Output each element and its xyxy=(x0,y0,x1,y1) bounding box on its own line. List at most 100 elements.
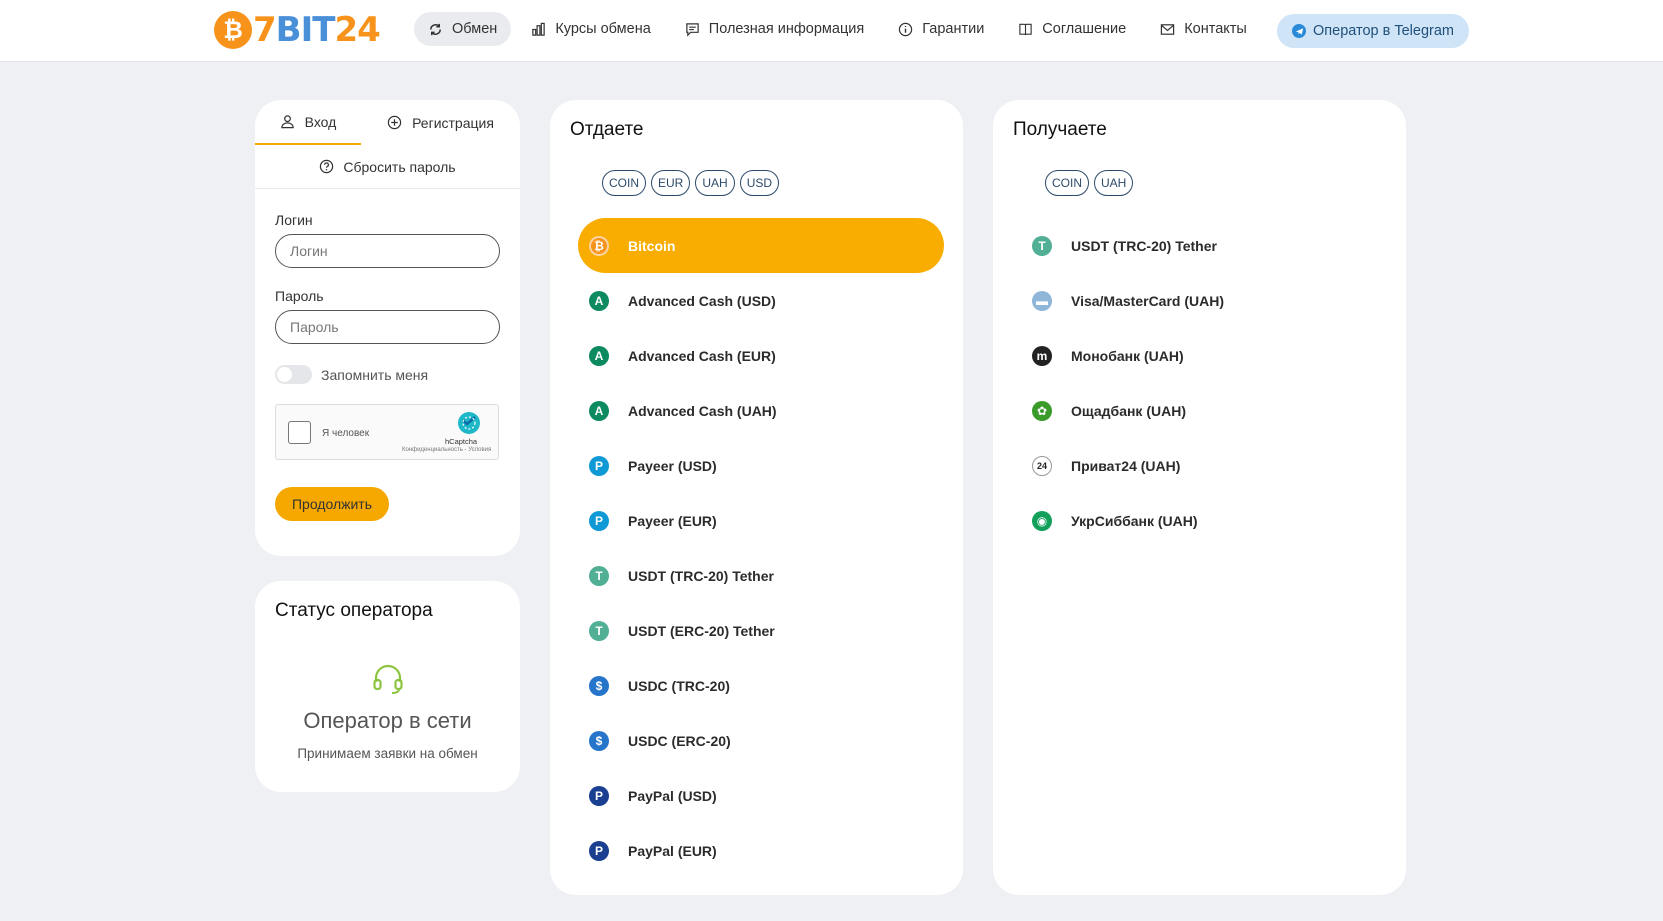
currency-label: Ощадбанк (UAH) xyxy=(1071,402,1186,419)
currency-label: УкрСиббанк (UAH) xyxy=(1071,512,1198,529)
currency-item[interactable]: ✿ Ощадбанк (UAH) xyxy=(1021,383,1387,438)
login-label: Логин xyxy=(275,212,313,228)
password-input[interactable] xyxy=(275,310,500,344)
captcha-checkbox[interactable] xyxy=(288,421,311,444)
currency-label: PayPal (USD) xyxy=(628,787,717,804)
currency-label: Bitcoin xyxy=(628,237,676,254)
currency-label: USDT (TRC-20) Tether xyxy=(628,567,774,584)
hcaptcha-widget: Я человек hCaptcha Конфиденциальность - … xyxy=(275,404,499,460)
currency-item[interactable]: $ USDC (ERC-20) xyxy=(578,713,944,768)
currency-label: Advanced Cash (UAH) xyxy=(628,402,777,419)
envelope-icon xyxy=(1160,22,1175,37)
bitcoin-logo-icon: ₿ xyxy=(214,11,252,49)
tab-register[interactable]: Регистрация xyxy=(361,100,520,145)
filter-chip[interactable]: UAH xyxy=(695,170,735,196)
password-label: Пароль xyxy=(275,288,324,304)
currency-label: PayPal (EUR) xyxy=(628,842,717,859)
currency-item[interactable]: T USDT (TRC-20) Tether xyxy=(578,548,944,603)
captcha-links[interactable]: Конфиденциальность - Условия xyxy=(402,447,491,453)
logo-text: 7BIT24 xyxy=(253,10,381,50)
card-icon: ▬ xyxy=(1032,290,1052,311)
currency-label: Visa/MasterCard (UAH) xyxy=(1071,292,1225,309)
paypal-icon: P xyxy=(589,785,609,806)
privat24-icon: 24 xyxy=(1032,455,1052,476)
currency-label: Приват24 (UAH) xyxy=(1071,457,1181,474)
currency-item[interactable]: P PayPal (USD) xyxy=(578,768,944,823)
operator-status-card: Статус оператора Оператор в сети Принима… xyxy=(255,581,520,792)
message-icon xyxy=(685,22,700,37)
currency-item[interactable]: P Payeer (USD) xyxy=(578,438,944,493)
nav-exchange[interactable]: Обмен xyxy=(414,12,512,46)
book-icon xyxy=(1018,22,1033,37)
currency-item[interactable]: P PayPal (EUR) xyxy=(578,823,944,878)
currency-item[interactable]: $ USDC (TRC-20) xyxy=(578,658,944,713)
question-circle-icon xyxy=(319,159,334,174)
paypal-icon: P xyxy=(589,840,609,861)
get-title: Получаете xyxy=(1013,119,1107,140)
usdc-icon: $ xyxy=(589,675,609,696)
nav-contacts[interactable]: Контакты xyxy=(1146,12,1261,46)
currency-label: USDC (TRC-20) xyxy=(628,677,730,694)
bitcoin-icon: ₿ xyxy=(589,235,609,256)
advcash-icon: A xyxy=(589,290,609,311)
currency-item[interactable]: P Payeer (EUR) xyxy=(578,493,944,548)
nav-info[interactable]: Полезная информация xyxy=(671,12,878,46)
payeer-icon: P xyxy=(589,455,609,476)
status-title: Статус оператора xyxy=(275,600,433,621)
currency-item[interactable]: A Advanced Cash (UAH) xyxy=(578,383,944,438)
currency-item[interactable]: T USDT (TRC-20) Tether xyxy=(1021,218,1387,273)
main-nav: Обмен Курсы обмена Полезная информация Г… xyxy=(414,12,1267,46)
nav-rates[interactable]: Курсы обмена xyxy=(517,12,664,46)
auth-tabs: Вход Регистрация xyxy=(255,100,520,145)
currency-item[interactable]: m Монобанк (UAH) xyxy=(1021,328,1387,383)
advcash-icon: A xyxy=(589,345,609,366)
currency-item[interactable]: ◉ УкрСиббанк (UAH) xyxy=(1021,493,1387,548)
remember-me-toggle[interactable] xyxy=(275,365,312,384)
give-currency-list: ₿ Bitcoin A Advanced Cash (USD) A Advanced Ca… xyxy=(578,218,944,878)
currency-item[interactable]: A Advanced Cash (EUR) xyxy=(578,328,944,383)
continue-button[interactable]: Продолжить xyxy=(275,487,389,521)
filter-chip[interactable]: USD xyxy=(739,170,780,196)
payeer-icon: P xyxy=(589,510,609,531)
filter-chip[interactable]: EUR xyxy=(651,170,691,196)
currency-item[interactable]: ▬ Visa/MasterCard (UAH) xyxy=(1021,273,1387,328)
tether-icon: T xyxy=(589,620,609,641)
ukrsibbank-icon: ◉ xyxy=(1032,510,1052,531)
refresh-icon xyxy=(428,22,443,37)
currency-label: Payeer (EUR) xyxy=(628,512,717,529)
get-currency-list: T USDT (TRC-20) Tether ▬ Visa/MasterCard (U… xyxy=(1021,218,1387,548)
oschadbank-icon: ✿ xyxy=(1032,400,1052,421)
currency-item[interactable]: A Advanced Cash (USD) xyxy=(578,273,944,328)
filter-chip[interactable]: UAH xyxy=(1094,170,1134,196)
get-filter-chips: COIN UAH xyxy=(1045,170,1138,196)
tab-login[interactable]: Вход xyxy=(255,100,361,145)
currency-item[interactable]: ₿ Bitcoin xyxy=(578,218,944,273)
info-circle-icon xyxy=(898,22,913,37)
telegram-operator-button[interactable]: Оператор в Telegram xyxy=(1277,14,1470,48)
plus-circle-icon xyxy=(387,115,402,130)
status-main-text: Оператор в сети xyxy=(303,708,472,733)
captcha-label: Я человек xyxy=(322,428,370,439)
give-currency-card: Отдаете COIN EUR UAH USD ₿ Bitcoin A Advanced … xyxy=(550,100,963,895)
nav-agreement[interactable]: Соглашение xyxy=(1004,12,1140,46)
site-logo[interactable]: ₿ 7BIT24 xyxy=(214,8,381,52)
bar-chart-icon xyxy=(531,22,546,37)
usdc-icon: $ xyxy=(589,730,609,751)
currency-item[interactable]: 24 Приват24 (UAH) xyxy=(1021,438,1387,493)
tether-icon: T xyxy=(589,565,609,586)
login-card: Вход Регистрация Сбросить пароль Логин П… xyxy=(255,100,520,556)
nav-guarantees[interactable]: Гарантии xyxy=(884,12,998,46)
filter-chip[interactable]: COIN xyxy=(602,170,646,196)
give-title: Отдаете xyxy=(570,119,644,140)
currency-item[interactable]: T USDT (ERC-20) Tether xyxy=(578,603,944,658)
login-input[interactable] xyxy=(275,234,500,268)
get-currency-card: Получаете COIN UAH T USDT (TRC-20) Tether ▬… xyxy=(993,100,1406,895)
top-header: ₿ 7BIT24 Обмен Курсы обмена Полезная инф… xyxy=(0,0,1663,62)
currency-label: USDC (ERC-20) xyxy=(628,732,731,749)
monobank-icon: m xyxy=(1032,345,1052,366)
reset-password-link[interactable]: Сбросить пароль xyxy=(255,145,520,189)
status-sub-text: Принимаем заявки на обмен xyxy=(297,746,478,761)
filter-chip[interactable]: COIN xyxy=(1045,170,1089,196)
hcaptcha-logo-icon xyxy=(457,411,481,435)
currency-label: Advanced Cash (USD) xyxy=(628,292,776,309)
